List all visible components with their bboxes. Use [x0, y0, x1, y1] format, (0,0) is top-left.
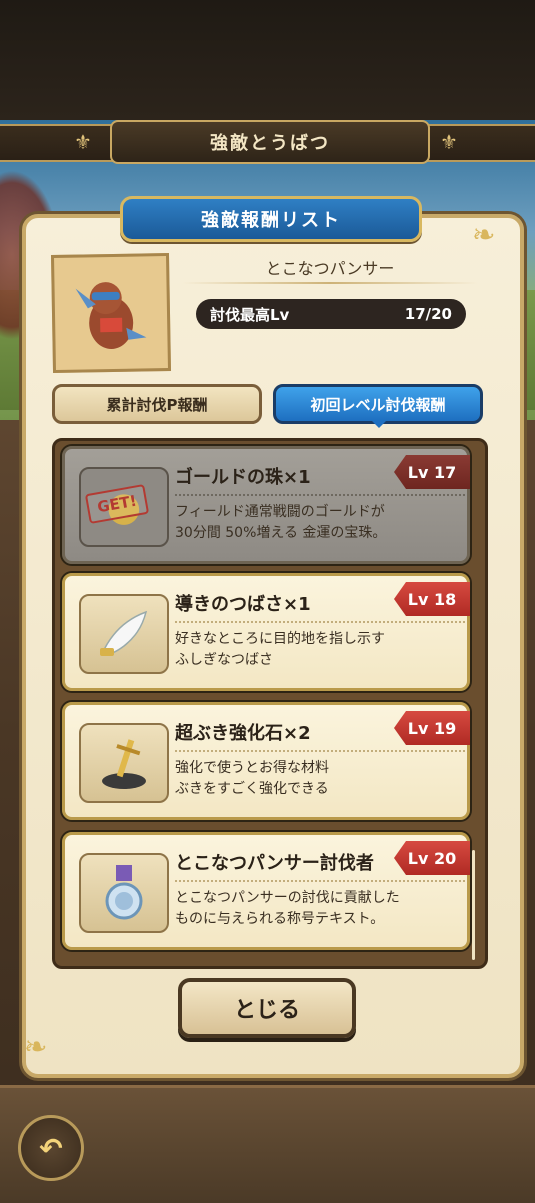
corner-ornament-icon: ❧ — [24, 1030, 48, 1063]
list-scrollbar[interactable] — [472, 850, 475, 960]
level-badge: Lv 18 — [394, 582, 470, 616]
panel-title: 強敵報酬リスト — [120, 196, 422, 242]
back-arrow-icon: ↶ — [39, 1131, 63, 1165]
level-badge: Lv 17 — [394, 455, 470, 489]
reward-divider — [175, 750, 465, 752]
level-badge: Lv 19 — [394, 711, 470, 745]
reward-divider — [175, 621, 465, 623]
reward-desc-line: 強化で使うとお得な材料 — [175, 760, 329, 776]
reward-divider — [175, 494, 465, 496]
reward-desc-line: ものに与えられる称号テキスト。 — [175, 911, 385, 927]
panel-title-text: 強敵報酬リスト — [201, 210, 341, 231]
back-button[interactable]: ↶ — [18, 1115, 84, 1181]
close-button[interactable]: とじる — [178, 978, 356, 1038]
reward-name: ゴールドの珠×1 — [175, 467, 311, 488]
reward-card[interactable]: とこなつパンサー討伐者 Lv 20 とこなつパンサーの討伐に貢献した ものに与え… — [62, 832, 470, 950]
corner-ornament-icon: ❧ — [472, 218, 496, 251]
wing-icon — [79, 594, 169, 674]
reward-card[interactable]: 超ぶき強化石×2 Lv 19 強化で使うとお得な材料 ぶきをすごく強化できる — [62, 702, 470, 820]
screen-title-text: 強敵とうばつ — [210, 133, 330, 154]
gold-orb-icon: ● GET! — [79, 467, 169, 547]
fleur-left-icon: ⚜ — [74, 130, 92, 154]
max-level-value: 17/20 — [404, 305, 452, 323]
monster-name: とこなつパンサー — [265, 259, 395, 278]
reward-desc-line: フィールド通常戦闘のゴールドが — [175, 504, 385, 520]
reward-name: 導きのつばさ×1 — [175, 594, 311, 615]
tab-first-level-rewards[interactable]: 初回レベル討伐報酬 — [273, 384, 483, 424]
reward-desc-line: 好きなところに目的地を指し示す — [175, 631, 385, 647]
reward-description: 強化で使うとお得な材料 ぶきをすごく強化できる — [175, 758, 465, 800]
tab-cumulative-points[interactable]: 累計討伐P報酬 — [52, 384, 262, 424]
max-level-label: 討伐最高Lv — [210, 305, 290, 324]
reward-description: とこなつパンサーの討伐に貢献した ものに与えられる称号テキスト。 — [175, 888, 465, 930]
reward-desc-line: ふしぎなつばさ — [175, 652, 273, 668]
monster-portrait — [50, 252, 172, 374]
reward-name: 超ぶき強化石×2 — [175, 723, 311, 744]
level-badge: Lv 20 — [394, 841, 470, 875]
medal-icon — [79, 853, 169, 933]
max-level-bar: 討伐最高Lv 17/20 — [196, 299, 466, 329]
reward-name: とこなつパンサー討伐者 — [175, 853, 374, 874]
reward-description: フィールド通常戦闘のゴールドが 30分間 50%増える 金運の宝珠。 — [175, 502, 465, 544]
fleur-right-icon: ⚜ — [440, 130, 458, 154]
sword-stone-icon — [79, 723, 169, 803]
reward-desc-line: ぶきをすごく強化できる — [175, 781, 329, 797]
reward-description: 好きなところに目的地を指し示す ふしぎなつばさ — [175, 629, 465, 671]
reward-card[interactable]: ● GET! ゴールドの珠×1 Lv 17 フィールド通常戦闘のゴールドが 30… — [62, 446, 470, 564]
reward-desc-line: とこなつパンサーの討伐に貢献した — [175, 890, 400, 906]
reward-divider — [175, 880, 465, 882]
active-tab-pointer — [372, 421, 386, 428]
panther-monster-icon — [75, 282, 147, 349]
top-dark-bar — [0, 0, 535, 120]
screen-title: 強敵とうばつ — [110, 120, 430, 164]
reward-card[interactable]: 導きのつばさ×1 Lv 18 好きなところに目的地を指し示す ふしぎなつばさ — [62, 573, 470, 691]
reward-desc-line: 30分間 50%増える 金運の宝珠。 — [175, 525, 387, 541]
name-divider — [182, 282, 478, 284]
